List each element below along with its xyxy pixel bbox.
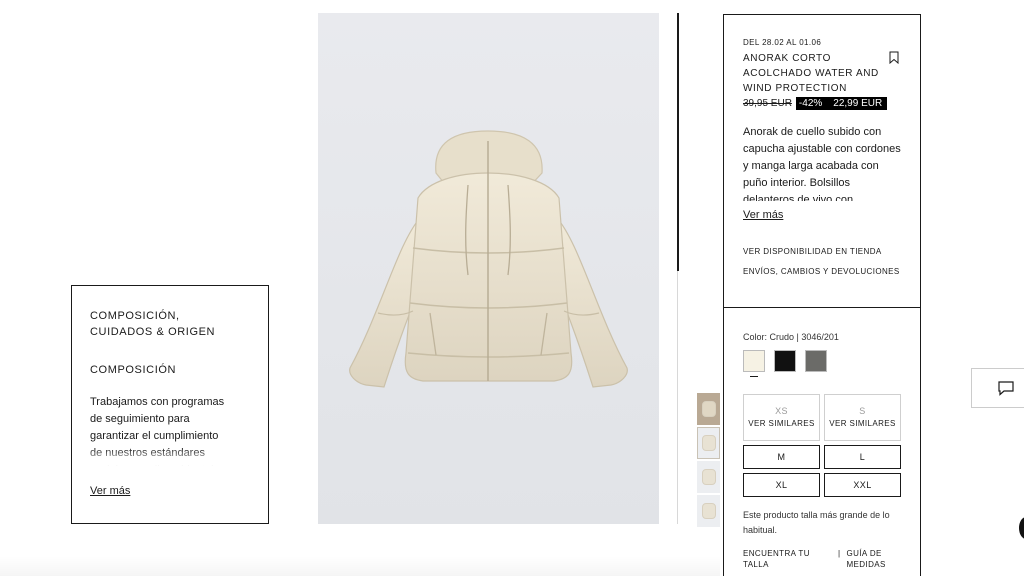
sale-price: 22,99 EUR (825, 97, 888, 110)
promo-date-range: DEL 28.02 AL 01.06 (743, 38, 822, 47)
see-similar-label: VER SIMILARES (748, 419, 815, 428)
thumbnail[interactable] (697, 495, 720, 527)
size-xxl-button[interactable]: XXL (824, 473, 901, 497)
composition-more-link[interactable]: Ver más (90, 485, 130, 497)
link-separator: | (838, 549, 841, 558)
chat-button[interactable] (971, 368, 1024, 408)
shipping-returns-link[interactable]: ENVÍOS, CAMBIOS Y DEVOLUCIONES (743, 267, 902, 276)
thumbnail[interactable] (697, 393, 720, 425)
image-scrollbar[interactable] (677, 13, 679, 271)
floating-help-button[interactable] (1019, 517, 1024, 539)
size-links: ENCUENTRA TU TALLA | GUÍA DE MEDIDAS (743, 548, 901, 570)
size-grid: XS VER SIMILARES S VER SIMILARES M L XL … (743, 394, 901, 497)
thumbnail[interactable] (697, 461, 720, 493)
size-color-panel: Color: Crudo | 3046/201 XS VER SIMILARES… (723, 308, 921, 576)
size-note: Este producto talla más grande de lo hab… (743, 510, 890, 535)
image-scroll-track (677, 271, 678, 524)
size-s-button[interactable]: S VER SIMILARES (824, 394, 901, 441)
composition-subtitle: COMPOSICIÓN (90, 364, 177, 376)
color-swatch-gris[interactable] (805, 350, 827, 372)
color-swatches (743, 350, 901, 377)
description-more-link[interactable]: Ver más (743, 209, 783, 221)
composition-panel: COMPOSICIÓN, CUIDADOS & ORIGEN COMPOSICI… (71, 285, 269, 524)
size-m-button[interactable]: M (743, 445, 820, 469)
product-info-panel: DEL 28.02 AL 01.06 ANORAK CORTO ACOLCHAD… (723, 14, 921, 308)
thumbnail[interactable] (697, 427, 720, 459)
size-label: XS (775, 406, 788, 416)
size-xs-button[interactable]: XS VER SIMILARES (743, 394, 820, 441)
discount-badge: -42% (795, 97, 826, 110)
size-xl-button[interactable]: XL (743, 473, 820, 497)
jacket-illustration (349, 130, 628, 388)
find-your-size-link[interactable]: ENCUENTRA TU TALLA (743, 548, 838, 570)
color-swatch-crudo[interactable] (743, 350, 765, 377)
size-l-button[interactable]: L (824, 445, 901, 469)
store-availability-link[interactable]: VER DISPONIBILIDAD EN TIENDA (743, 247, 902, 256)
product-description: Anorak de cuello subido con capucha ajus… (743, 126, 901, 201)
size-label: S (859, 406, 866, 416)
color-label: Color: Crudo | 3046/201 (743, 332, 839, 342)
old-price: 39,95 EUR (743, 98, 792, 109)
bottom-shadow (0, 556, 720, 576)
product-title: ANORAK CORTO ACOLCHADO WATER AND WIND PR… (743, 53, 879, 94)
chat-icon (998, 381, 1014, 396)
product-image[interactable] (318, 13, 659, 524)
see-similar-label: VER SIMILARES (829, 419, 896, 428)
thumbnail-strip (697, 393, 720, 529)
bookmark-icon[interactable] (889, 51, 899, 64)
size-guide-link[interactable]: GUÍA DE MEDIDAS (846, 548, 896, 570)
composition-title: COMPOSICIÓN, CUIDADOS & ORIGEN (90, 310, 216, 338)
color-swatch-negro[interactable] (774, 350, 796, 372)
composition-text: Trabajamos con programas de seguimiento … (90, 396, 225, 466)
price-row: 39,95 EUR -42% 22,99 EUR (743, 97, 902, 110)
